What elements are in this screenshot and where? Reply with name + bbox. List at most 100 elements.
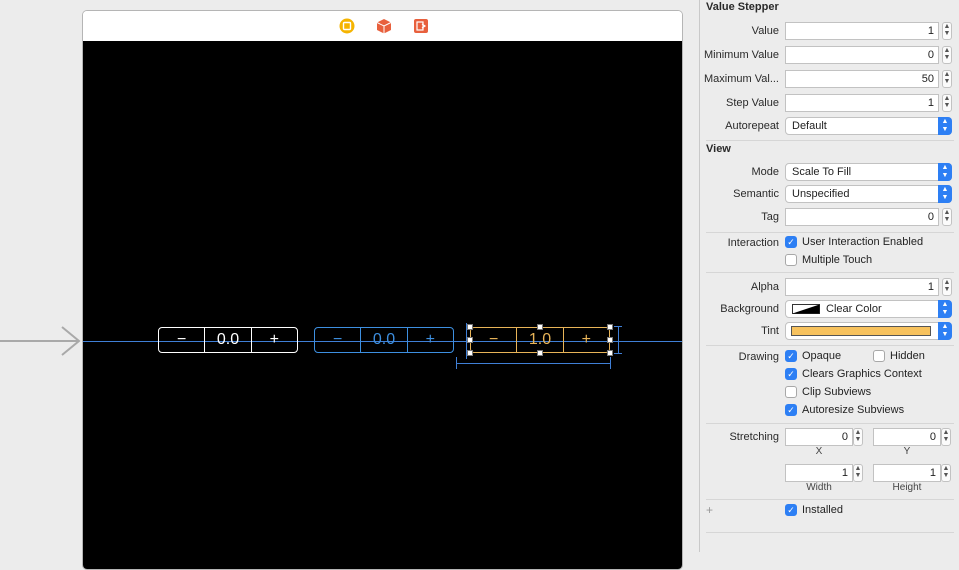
popup-chevron-icon: ▲ ▼: [938, 117, 952, 135]
installed-text: Installed: [802, 504, 843, 516]
stretching-y-caption: Y: [903, 446, 911, 457]
resize-handle-bottom[interactable]: [537, 350, 543, 356]
stepper-plus-button[interactable]: +: [562, 328, 609, 352]
section-title-value-stepper: Value Stepper: [706, 1, 779, 13]
section-divider: [706, 232, 954, 233]
background-color-popup[interactable]: Clear Color ▲ ▼: [785, 300, 952, 318]
stretching-width-caption: Width: [806, 482, 832, 493]
semantic-label: Semantic: [733, 188, 779, 200]
exit-icon[interactable]: [413, 18, 429, 34]
value-stepper-control[interactable]: ▲ ▼: [942, 22, 952, 40]
value-field[interactable]: 1: [785, 22, 939, 40]
background-color-value: Clear Color: [826, 303, 882, 315]
mode-label: Mode: [751, 166, 779, 178]
stepper-value-label: 0.0: [204, 328, 250, 352]
minimum-value-stepper-control[interactable]: ▲ ▼: [942, 46, 952, 64]
tint-color-popup[interactable]: ▲ ▼: [785, 322, 952, 340]
first-responder-icon[interactable]: [376, 18, 392, 34]
stretching-y-field[interactable]: 0: [873, 428, 941, 446]
section-divider: [706, 140, 954, 141]
resize-handle-top-left[interactable]: [467, 324, 473, 330]
section-divider: [706, 423, 954, 424]
resize-handle-top[interactable]: [537, 324, 543, 330]
section-title-view: View: [706, 143, 731, 155]
popup-chevron-icon: ▲ ▼: [938, 322, 952, 340]
clears-graphics-context-checkbox[interactable]: ✓ Clears Graphics Context: [785, 368, 922, 380]
height-measure-guide: [618, 326, 619, 354]
alpha-stepper-control[interactable]: ▲ ▼: [942, 278, 952, 296]
storyboard-canvas[interactable]: − 0.0 + − 0.0 + − 1.0 +: [0, 0, 699, 570]
stepper-blue[interactable]: − 0.0 +: [314, 327, 454, 353]
section-divider: [706, 272, 954, 273]
multiple-touch-checkbox[interactable]: Multiple Touch: [785, 254, 872, 266]
multiple-touch-text: Multiple Touch: [802, 254, 873, 266]
resize-handle-right[interactable]: [607, 337, 613, 343]
stepper-value-label: 1.0: [516, 328, 562, 352]
drawing-label: Drawing: [738, 351, 779, 363]
tag-stepper-control[interactable]: ▲ ▼: [942, 208, 952, 226]
checkbox-empty-icon: [873, 350, 885, 362]
add-variation-plus-icon[interactable]: +: [706, 503, 713, 517]
view-controller-icon[interactable]: [339, 18, 355, 34]
installed-checkbox[interactable]: ✓ Installed: [785, 504, 843, 516]
stepper-plus-button[interactable]: +: [250, 328, 297, 352]
alpha-field[interactable]: 1: [785, 278, 939, 296]
stretching-height-field[interactable]: 1: [873, 464, 941, 482]
checkmark-icon: ✓: [785, 236, 797, 248]
autorepeat-popup[interactable]: Default ▲ ▼: [785, 117, 952, 135]
stepper-white[interactable]: − 0.0 +: [158, 327, 298, 353]
stretching-width-field[interactable]: 1: [785, 464, 853, 482]
width-measure-tick-left: [456, 357, 457, 369]
attributes-inspector: Value Stepper Value 1 ▲ ▼ Minimum Value 0…: [699, 0, 959, 552]
checkmark-icon: ✓: [785, 404, 797, 416]
mode-popup-value: Scale To Fill: [792, 166, 852, 178]
minimum-value-field[interactable]: 0: [785, 46, 939, 64]
stretching-height-caption: Height: [892, 482, 922, 493]
autorepeat-popup-value: Default: [792, 120, 827, 132]
step-value-field[interactable]: 1: [785, 94, 939, 112]
stepper-minus-button[interactable]: −: [159, 328, 204, 352]
popup-chevron-icon: ▲ ▼: [938, 163, 952, 181]
alpha-label: Alpha: [750, 281, 779, 293]
autorepeat-label: Autorepeat: [725, 120, 779, 132]
semantic-popup-value: Unspecified: [792, 188, 850, 200]
resize-handle-top-right[interactable]: [607, 324, 613, 330]
hidden-checkbox[interactable]: Hidden: [873, 350, 925, 362]
stretching-y-stepper-control[interactable]: ▲ ▼: [941, 428, 951, 446]
step-value-stepper-control[interactable]: ▲ ▼: [942, 94, 952, 112]
stepper-minus-button[interactable]: −: [471, 328, 516, 352]
tag-field[interactable]: 0: [785, 208, 939, 226]
root-view[interactable]: − 0.0 + − 0.0 + − 1.0 +: [83, 41, 682, 569]
resize-handle-bottom-right[interactable]: [607, 350, 613, 356]
stretching-x-field[interactable]: 0: [785, 428, 853, 446]
popup-chevron-icon: ▲ ▼: [938, 185, 952, 203]
mode-popup[interactable]: Scale To Fill ▲ ▼: [785, 163, 952, 181]
maximum-value-field[interactable]: 50: [785, 70, 939, 88]
checkmark-icon: ✓: [785, 368, 797, 380]
height-measure-tick-top: [614, 326, 622, 327]
stretching-width-stepper-control[interactable]: ▲ ▼: [853, 464, 863, 482]
stretching-height-stepper-control[interactable]: ▲ ▼: [941, 464, 951, 482]
autoresize-subviews-checkbox[interactable]: ✓ Autoresize Subviews: [785, 404, 904, 416]
user-interaction-checkbox[interactable]: ✓ User Interaction Enabled: [785, 236, 923, 248]
section-divider: [706, 532, 954, 533]
clears-graphics-context-text: Clears Graphics Context: [802, 368, 922, 380]
section-divider: [706, 499, 954, 500]
opaque-checkbox[interactable]: ✓ Opaque: [785, 350, 841, 362]
view-controller-scene[interactable]: − 0.0 + − 0.0 + − 1.0 +: [82, 10, 683, 570]
tint-color-swatch: [791, 326, 931, 336]
scene-dock: [83, 11, 682, 42]
clear-color-swatch-icon: [792, 304, 820, 314]
resize-handle-bottom-left[interactable]: [467, 350, 473, 356]
semantic-popup[interactable]: Unspecified ▲ ▼: [785, 185, 952, 203]
tag-label: Tag: [761, 211, 779, 223]
maximum-value-stepper-control[interactable]: ▲ ▼: [942, 70, 952, 88]
stretching-x-stepper-control[interactable]: ▲ ▼: [853, 428, 863, 446]
step-value-label: Step Value: [725, 97, 779, 109]
stepper-minus-button[interactable]: −: [315, 328, 360, 352]
stepper-plus-button[interactable]: +: [406, 328, 453, 352]
popup-chevron-icon: ▲ ▼: [938, 300, 952, 318]
resize-handle-left[interactable]: [467, 337, 473, 343]
clip-subviews-checkbox[interactable]: Clip Subviews: [785, 386, 871, 398]
value-label: Value: [751, 25, 779, 37]
